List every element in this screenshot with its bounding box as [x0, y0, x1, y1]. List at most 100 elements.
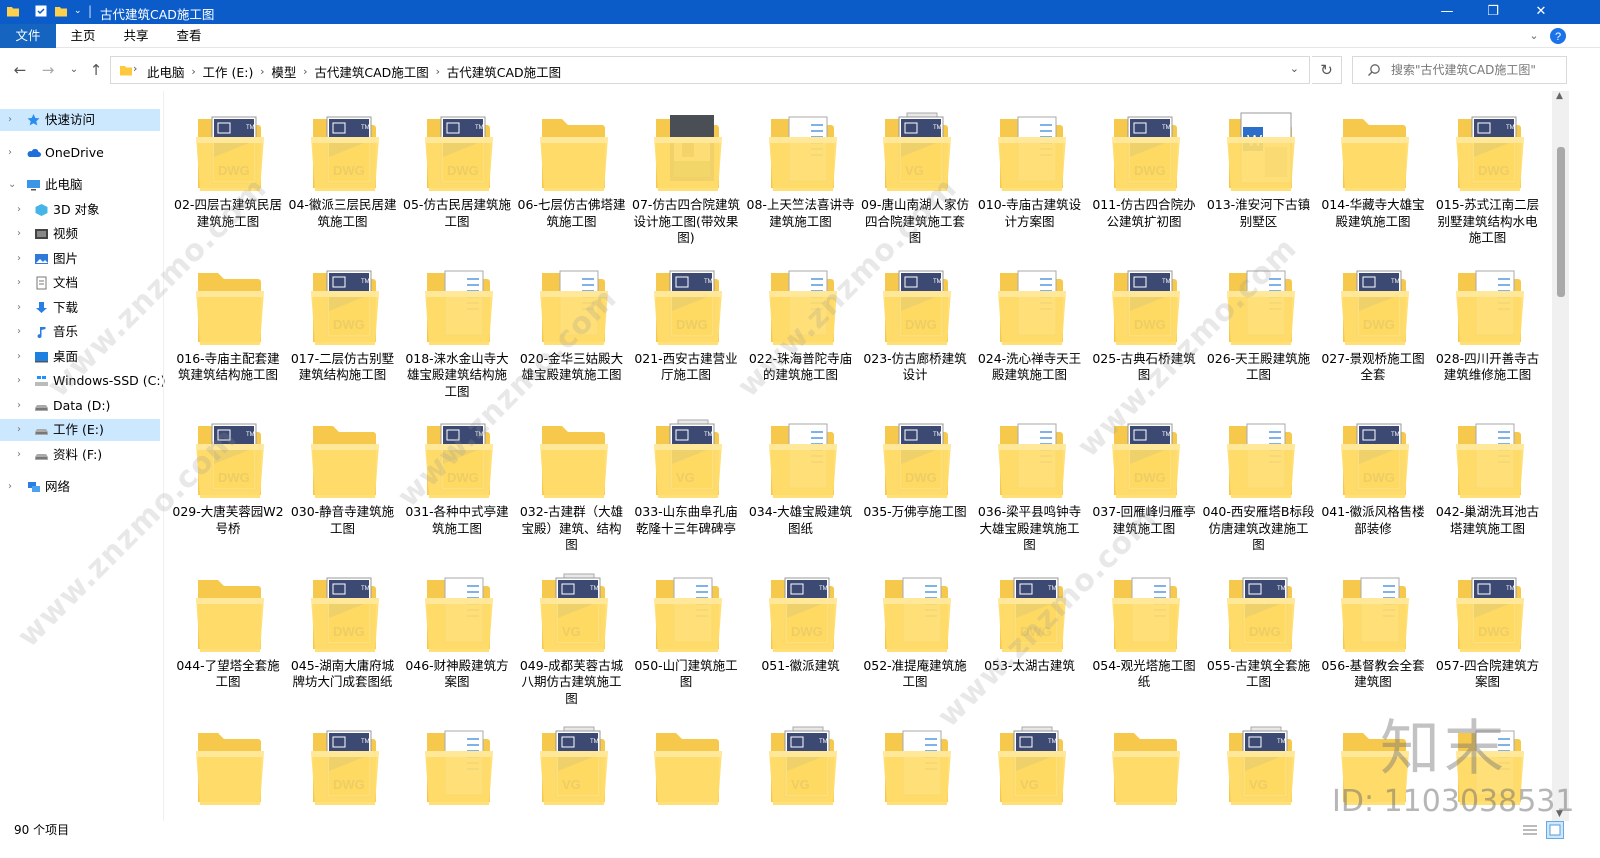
tab-home[interactable]: 主页: [60, 24, 106, 48]
folder-item[interactable]: DWGTM045-湖南大庸府城牌坊大门成套图纸: [287, 558, 399, 710]
folder-item[interactable]: 040-西安雁塔B标段仿唐建筑改建施工图: [1203, 404, 1315, 556]
folder-item[interactable]: VGTM049-成都芙蓉古城八期仿古建筑施工图: [516, 558, 628, 710]
nav-onedrive[interactable]: › OneDrive: [0, 142, 160, 164]
folder-item[interactable]: DWGTM037-回雁峰归雁亭建筑施工图: [1088, 404, 1200, 556]
folder-item[interactable]: DWGTM057-四合院建筑方案图: [1432, 558, 1544, 710]
address-bar[interactable]: › 此电脑 › 工作 (E:) › 模型 › 古代建筑CAD施工图 › 古代建筑…: [110, 56, 1310, 84]
chevron-right-icon[interactable]: ›: [17, 223, 21, 245]
folder-item[interactable]: 020-金华三姑殿大雄宝殿建筑施工图: [516, 251, 628, 403]
chevron-right-icon[interactable]: ›: [17, 272, 21, 294]
recent-locations-icon[interactable]: ⌄: [66, 62, 82, 78]
chevron-right-icon[interactable]: ›: [8, 142, 12, 164]
folder-item[interactable]: VGTM: [1203, 711, 1315, 822]
folder-item[interactable]: 08-上天竺法喜讲寺建筑施工图: [745, 97, 857, 249]
nav-3d-objects[interactable]: › 3D 对象: [0, 199, 160, 221]
folder-item[interactable]: DWGTM051-徽派建筑: [745, 558, 857, 710]
nav-drive-f[interactable]: › 资料 (F:): [0, 444, 160, 466]
chevron-down-icon[interactable]: ⌄: [8, 174, 16, 196]
folder-item[interactable]: DWGTM027-景观桥施工图全套: [1317, 251, 1429, 403]
folder-item[interactable]: 030-静音寺建筑施工图: [287, 404, 399, 556]
nav-this-pc[interactable]: ⌄ 此电脑: [0, 174, 160, 196]
folder-item[interactable]: 028-四川开善寺古建筑维修施工图: [1432, 251, 1544, 403]
nav-downloads[interactable]: › 下载: [0, 297, 160, 319]
folder-item[interactable]: DWGTM: [287, 711, 399, 822]
breadcrumb-current-folder[interactable]: 古代建筑CAD施工图: [447, 62, 561, 81]
folder-item[interactable]: [172, 711, 284, 822]
folder-item[interactable]: 06-七层仿古佛塔建筑施工图: [516, 97, 628, 249]
new-folder-icon[interactable]: [54, 4, 68, 18]
chevron-right-icon[interactable]: ›: [17, 248, 21, 270]
tab-view[interactable]: 查看: [166, 24, 212, 48]
nav-drive-c[interactable]: › Windows-SSD (C:): [0, 370, 165, 392]
breadcrumb-models[interactable]: 模型: [271, 62, 296, 81]
folder-item[interactable]: [630, 711, 742, 822]
chevron-right-icon[interactable]: ›: [17, 321, 21, 343]
folder-item[interactable]: 022-珠海普陀寺庙的建筑施工图: [745, 251, 857, 403]
properties-icon[interactable]: [34, 4, 48, 18]
folder-item[interactable]: DWGTM 035-万佛亭施工图: [859, 404, 971, 556]
chevron-right-icon[interactable]: ›: [17, 199, 21, 221]
help-icon[interactable]: ?: [1549, 27, 1567, 45]
nav-drive-d[interactable]: › Data (D:): [0, 395, 160, 417]
folder-item[interactable]: VGTM: [516, 711, 628, 822]
folder-item[interactable]: DWGTM055-古建筑全套施工图: [1203, 558, 1315, 710]
folder-item[interactable]: 056-基督教会全套建筑图: [1317, 558, 1429, 710]
folder-item[interactable]: VGTM09-唐山南湖人家仿四合院建筑施工套图: [859, 97, 971, 249]
quick-access-dropdown-icon[interactable]: ⌄: [74, 4, 88, 18]
nav-drive-e[interactable]: › 工作 (E:): [0, 419, 160, 441]
folder-item[interactable]: DWGTM04-徽派三层民居建筑施工图: [287, 97, 399, 249]
maximize-button[interactable]: ❐: [1470, 0, 1516, 24]
folder-item[interactable]: DWGTM05-仿古民居建筑施工图: [401, 97, 513, 249]
nav-quick-access[interactable]: › 快速访问: [0, 109, 160, 131]
ribbon-expand-icon[interactable]: ⌄: [1524, 24, 1544, 48]
folder-item[interactable]: 014-华藏寺大雄宝殿建筑施工图: [1317, 97, 1429, 249]
folder-item[interactable]: [1088, 711, 1200, 822]
folder-item[interactable]: VGTM: [974, 711, 1086, 822]
minimize-button[interactable]: —: [1424, 0, 1470, 24]
close-button[interactable]: ✕: [1518, 0, 1564, 24]
pane-divider[interactable]: [163, 91, 164, 821]
large-icons-view-icon[interactable]: [1546, 821, 1564, 839]
chevron-right-icon[interactable]: ›: [8, 109, 12, 131]
vertical-scrollbar[interactable]: ▲ ▼: [1552, 91, 1569, 821]
folder-item[interactable]: 018-涞水金山寺大雄宝殿建筑结构施工图: [401, 251, 513, 403]
nav-desktop[interactable]: › 桌面: [0, 346, 160, 368]
folder-item[interactable]: [859, 711, 971, 822]
folder-item[interactable]: 046-财神殿建筑方案图: [401, 558, 513, 710]
chevron-right-icon[interactable]: ›: [185, 65, 203, 78]
tab-share[interactable]: 共享: [113, 24, 159, 48]
scrollbar-thumb[interactable]: [1557, 147, 1565, 297]
folder-item[interactable]: DWGTM02-四层古建筑民居建筑施工图: [172, 97, 284, 249]
nav-documents[interactable]: › 文档: [0, 272, 160, 294]
breadcrumb-parent-folder[interactable]: 古代建筑CAD施工图: [314, 62, 428, 81]
folder-item[interactable]: 050-山门建筑施工图: [630, 558, 742, 710]
details-view-icon[interactable]: [1522, 823, 1538, 837]
nav-videos[interactable]: › 视频: [0, 223, 160, 245]
chevron-right-icon[interactable]: ›: [17, 419, 21, 441]
chevron-right-icon[interactable]: ›: [17, 346, 21, 368]
chevron-right-icon[interactable]: ›: [429, 65, 447, 78]
chevron-right-icon[interactable]: ›: [8, 476, 12, 498]
breadcrumb-this-pc[interactable]: 此电脑: [147, 62, 185, 81]
folder-item[interactable]: DWGTM017-二层仿古别墅建筑结构施工图: [287, 251, 399, 403]
chevron-right-icon[interactable]: ›: [253, 65, 271, 78]
nav-pictures[interactable]: › 图片: [0, 248, 160, 270]
folder-item[interactable]: 054-观光塔施工图纸: [1088, 558, 1200, 710]
folder-item[interactable]: DWGTM023-仿古廊桥建筑设计: [859, 251, 971, 403]
folder-item[interactable]: 010-寺庙古建筑设计方案图: [974, 97, 1086, 249]
forward-icon[interactable]: →: [40, 62, 56, 78]
folder-item[interactable]: 024-洗心禅寺天王殿建筑施工图: [974, 251, 1086, 403]
tab-file[interactable]: 文件: [0, 24, 56, 48]
folder-item[interactable]: 026-天王殿建筑施工图: [1203, 251, 1315, 403]
folder-item[interactable]: 036-梁平县鸣钟寺大雄宝殿建筑施工图: [974, 404, 1086, 556]
folder-item[interactable]: DWGTM015-苏式江南二层别墅建筑结构水电施工图: [1432, 97, 1544, 249]
refresh-button[interactable]: ↻: [1312, 56, 1342, 84]
scroll-up-icon[interactable]: ▲: [1556, 91, 1563, 101]
folder-item[interactable]: 034-大雄宝殿建筑图纸: [745, 404, 857, 556]
chevron-right-icon[interactable]: ›: [17, 395, 21, 417]
breadcrumb-work-drive[interactable]: 工作 (E:): [203, 62, 254, 81]
folder-item[interactable]: DWGTM041-徽派风格售楼部装修: [1317, 404, 1429, 556]
folder-item[interactable]: DWGTM031-各种中式亭建筑施工图: [401, 404, 513, 556]
up-icon[interactable]: ↑: [88, 62, 104, 78]
folder-item[interactable]: 044-了望塔全套施工图: [172, 558, 284, 710]
